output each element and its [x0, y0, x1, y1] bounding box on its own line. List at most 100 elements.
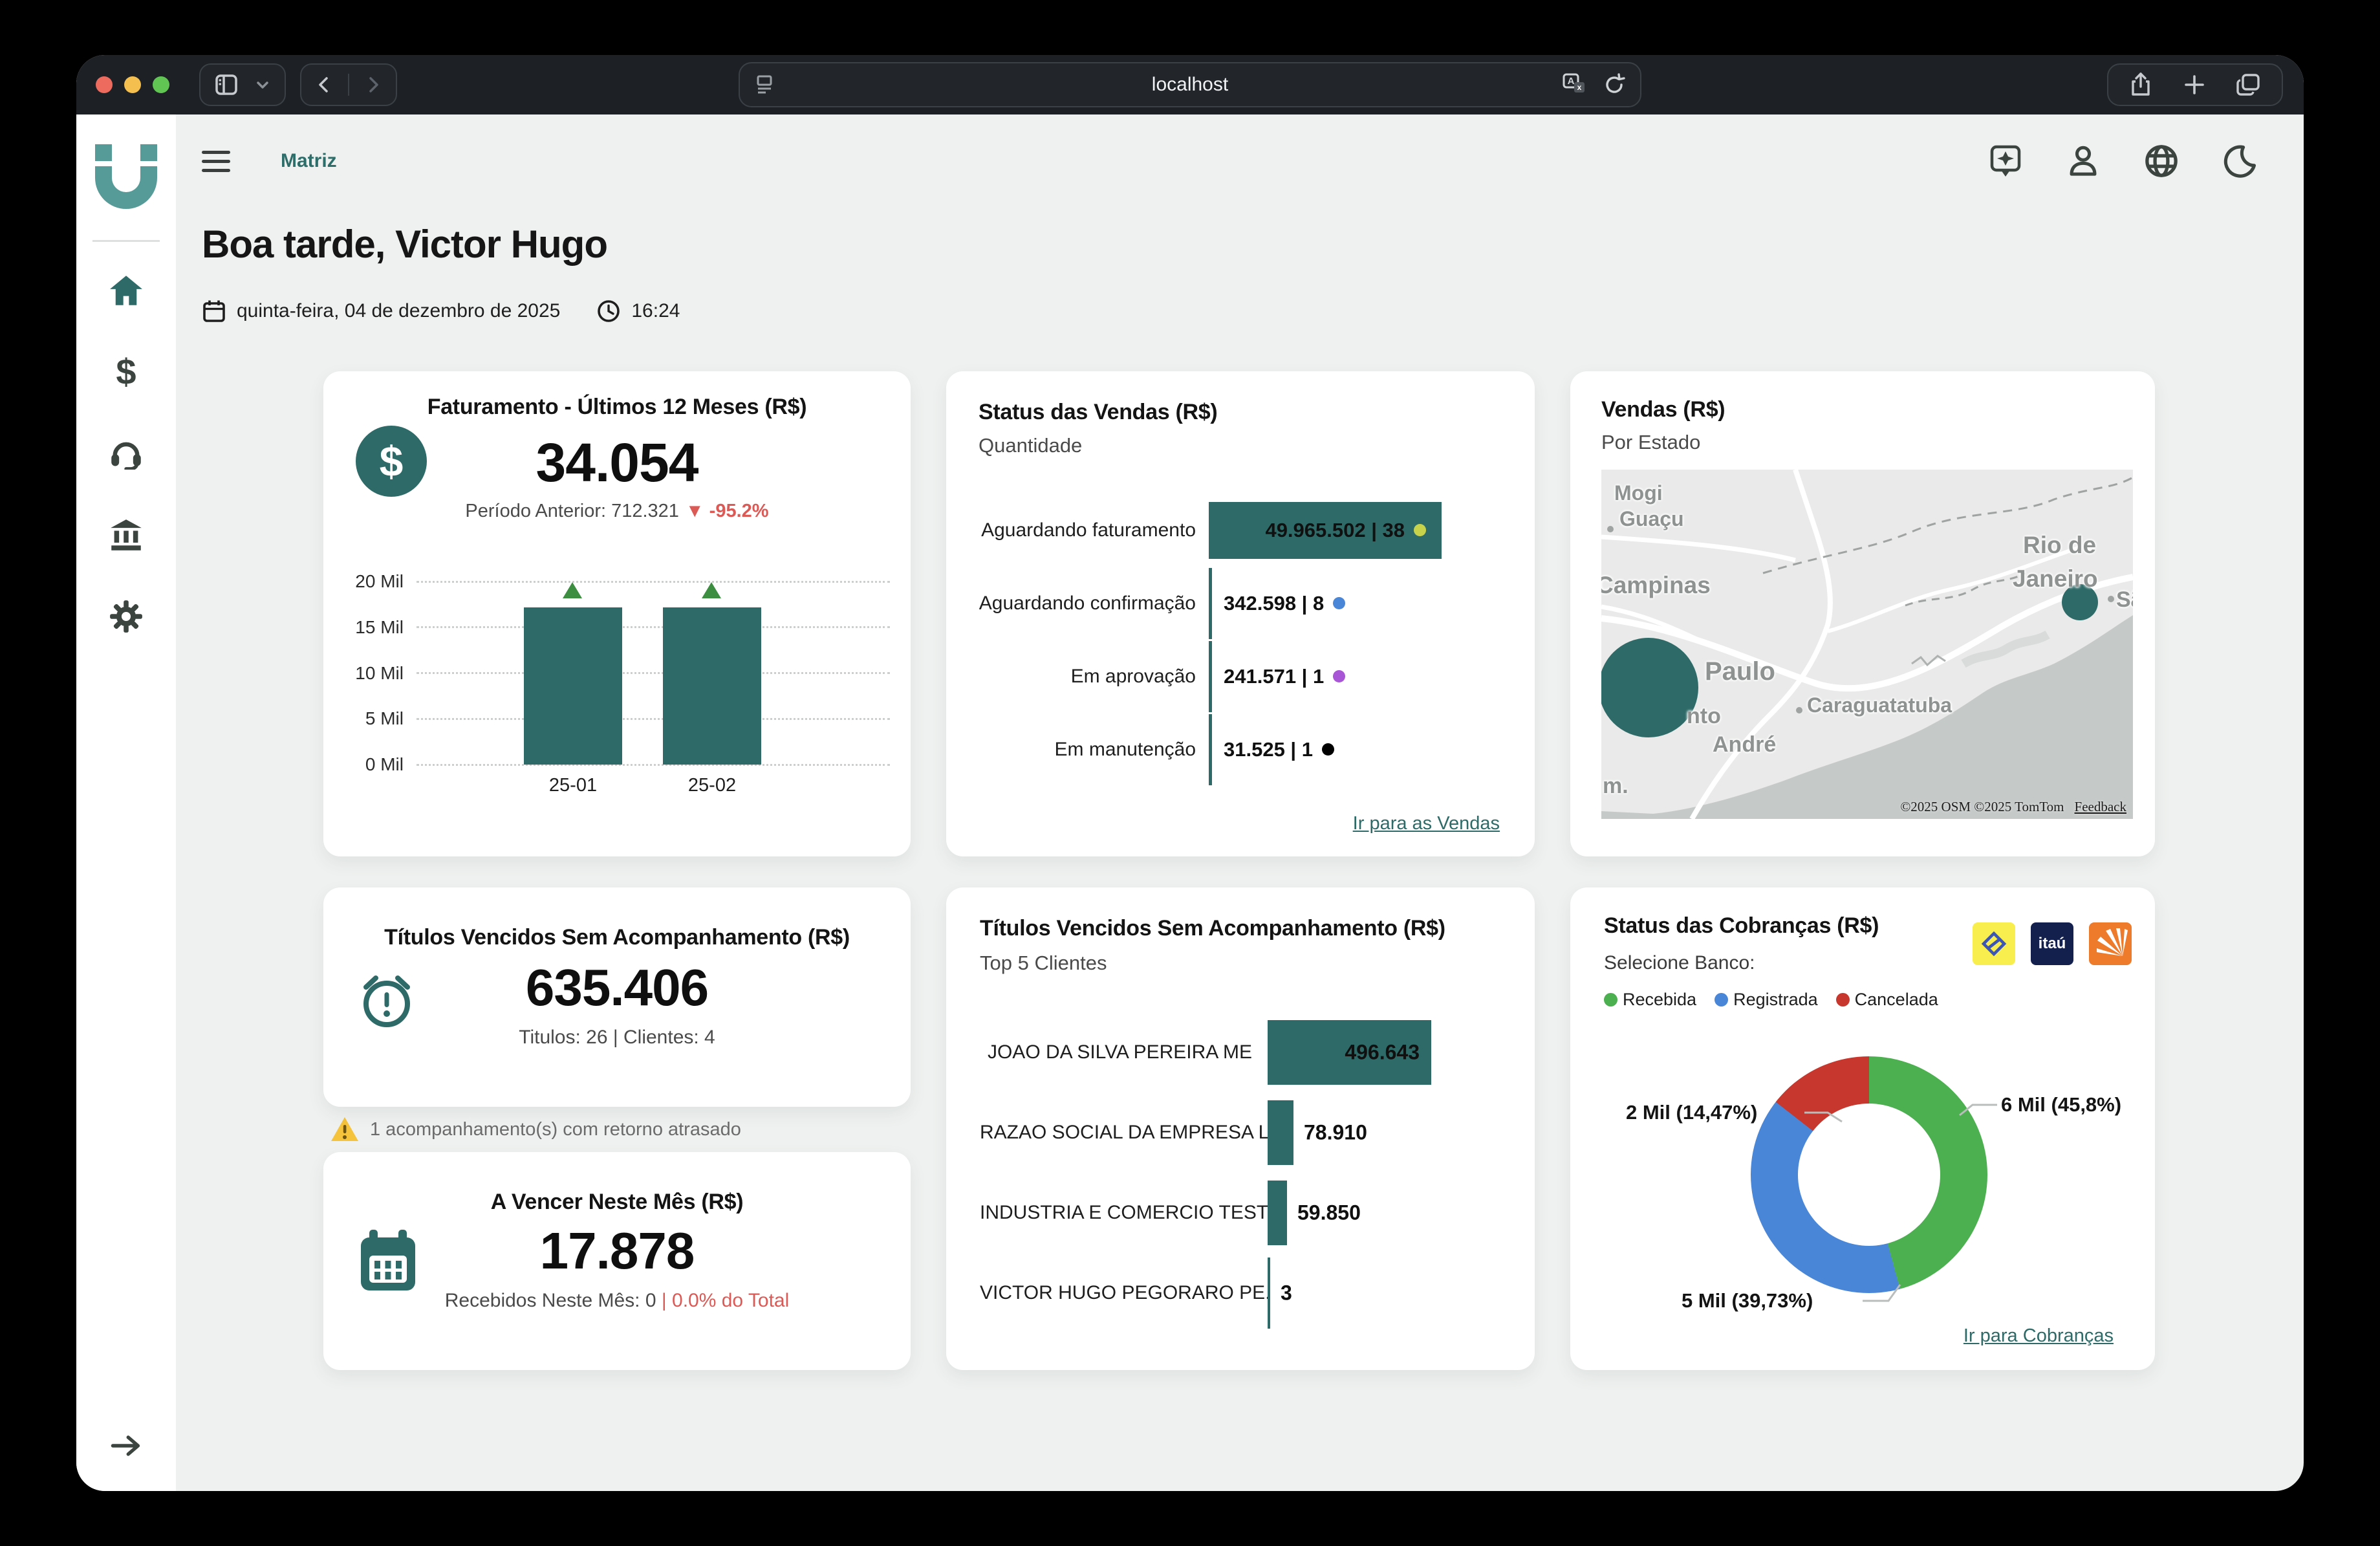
map-place-label: Janeiro: [2013, 565, 2098, 593]
reload-icon[interactable]: [1600, 71, 1628, 99]
legend-dot: [1836, 993, 1850, 1007]
y-tick: 20 Mil: [339, 571, 416, 592]
forward-icon[interactable]: [363, 74, 383, 96]
funnel-bar[interactable]: [1209, 641, 1212, 712]
client-value: 496.643: [1268, 1041, 1420, 1065]
bar-25-01[interactable]: [524, 607, 622, 765]
cobrancas-donut-chart[interactable]: [1751, 1056, 1987, 1293]
zoom-button[interactable]: [153, 76, 169, 93]
sidebar-item-bank[interactable]: [106, 515, 146, 555]
funnel-value: 31.525 | 1: [1224, 738, 1334, 761]
client-bar[interactable]: [1268, 1100, 1293, 1165]
card-title: Vendas (R$): [1601, 397, 1725, 422]
sidebar-item-support[interactable]: [106, 433, 146, 474]
reader-view-icon[interactable]: [753, 72, 776, 96]
account-icon[interactable]: [2066, 143, 2101, 179]
client-bar-row: VICTOR HUGO PEGORARO PE... 3: [980, 1253, 1501, 1333]
bar-25-02[interactable]: [663, 607, 761, 765]
card-title: Títulos Vencidos Sem Acompanhamento (R$): [980, 916, 1501, 941]
address-bar[interactable]: localhost Ax: [739, 62, 1641, 107]
funnel-row: Aguardando confirmação 342.598 | 8: [979, 567, 1502, 640]
funnel-bar[interactable]: [1209, 714, 1212, 785]
sales-map[interactable]: MogiGuaçuCampinasRio deJaneiroPaulontoAn…: [1601, 470, 2133, 819]
y-tick: 5 Mil: [339, 708, 416, 729]
headset-icon: [109, 437, 143, 470]
window-controls: [96, 76, 169, 93]
sidebar-expand-button[interactable]: [109, 1432, 143, 1460]
history-nav-group: [300, 63, 397, 106]
clock-icon: [596, 299, 621, 323]
minimize-button[interactable]: [124, 76, 141, 93]
map-place-label: m.: [1603, 774, 1628, 799]
sidebar-toggle-group: [199, 63, 286, 106]
menu-button[interactable]: [202, 145, 230, 178]
trend-up-icon: [702, 582, 721, 598]
close-button[interactable]: [96, 76, 113, 93]
chevron-down-icon[interactable]: [254, 76, 272, 94]
back-icon[interactable]: [314, 74, 334, 96]
breadcrumb[interactable]: Matriz: [281, 150, 337, 172]
sidebar-toggle-icon[interactable]: [213, 72, 239, 98]
sales-funnel-chart: Aguardando faturamento 49.965.502 | 38 A…: [979, 494, 1502, 786]
funnel-category: Em aprovação: [979, 666, 1209, 688]
card-subtitle: Top 5 Clientes: [980, 952, 1501, 975]
announcements-icon[interactable]: [1988, 143, 2023, 179]
app-logo: [94, 144, 158, 209]
client-name: VICTOR HUGO PEGORARO PE...: [980, 1282, 1268, 1304]
sidebar-divider: [92, 240, 160, 242]
funnel-bar[interactable]: [1209, 568, 1212, 639]
go-to-sales-link[interactable]: Ir para as Vendas: [1353, 813, 1500, 834]
translate-icon[interactable]: Ax: [1560, 71, 1588, 99]
slice-label-cancelada: 2 Mil (14,47%): [1626, 1101, 1757, 1124]
banco-do-brasil-icon: [1978, 928, 2009, 959]
banco-do-brasil-button[interactable]: [1973, 922, 2015, 965]
overdue-warning: 1 acompanhamento(s) com retorno atrasado: [330, 1113, 911, 1146]
svg-text:x: x: [1577, 83, 1582, 92]
bank-filter-label: Selecione Banco:: [1604, 952, 1755, 974]
itau-icon: itaú: [2039, 935, 2066, 953]
y-tick: 15 Mil: [339, 617, 416, 638]
legend-item[interactable]: Cancelada: [1836, 990, 1938, 1010]
go-to-cobrancas-link[interactable]: Ir para Cobranças: [1964, 1325, 2114, 1347]
banco-laranja-button[interactable]: [2089, 922, 2132, 965]
sidebar-item-home[interactable]: [106, 270, 146, 310]
kpi-subtext: Recebidos Neste Mês: 0 | 0.0% do Total: [339, 1290, 895, 1312]
sidebar-item-settings[interactable]: [106, 596, 146, 637]
tabs-overview-icon[interactable]: [2235, 72, 2262, 98]
dollar-circle-icon: $: [356, 426, 427, 497]
kpi-subtext-red: | 0.0% do Total: [662, 1290, 789, 1311]
itau-button[interactable]: itaú: [2031, 922, 2073, 965]
map-bubble-sao-paulo: [1601, 638, 1698, 737]
legend-item[interactable]: Recebida: [1604, 990, 1696, 1010]
legend-item[interactable]: Registrada: [1715, 990, 1818, 1010]
dark-mode-icon[interactable]: [2222, 143, 2257, 179]
slice-label-recebida: 6 Mil (45,8%): [2001, 1093, 2121, 1116]
sidebar: $: [76, 114, 176, 1491]
y-tick: 10 Mil: [339, 663, 416, 684]
sidebar-item-finance[interactable]: $: [106, 352, 146, 392]
client-name: RAZAO SOCIAL DA EMPRESA L...: [980, 1122, 1268, 1144]
client-bar[interactable]: [1268, 1181, 1287, 1245]
client-value: 59.850: [1297, 1201, 1361, 1225]
current-time: 16:24: [631, 300, 680, 322]
client-bar[interactable]: [1268, 1257, 1270, 1329]
status-dot: [1333, 670, 1345, 682]
funnel-value: 342.598 | 8: [1224, 592, 1345, 615]
main-content: Matriz Boa tarde, Victor Hug: [176, 114, 2304, 1491]
client-name: JOAO DA SILVA PEREIRA ME: [980, 1041, 1268, 1063]
new-tab-icon[interactable]: [2182, 72, 2207, 97]
funnel-category: Aguardando confirmação: [979, 593, 1209, 615]
card-subtitle: Por Estado: [1601, 431, 1700, 454]
map-feedback-link[interactable]: Feedback: [2075, 799, 2126, 815]
card-title: Faturamento - Últimos 12 Meses (R$): [339, 395, 895, 420]
client-bar-row: INDUSTRIA E COMERCIO TEST... 59.850: [980, 1173, 1501, 1253]
calendar-month-icon: [358, 1228, 418, 1294]
y-tick: 0 Mil: [339, 754, 416, 775]
revenue-bar-chart[interactable]: 20 Mil 15 Mil 10 Mil 5 Mil 0 Mil 25-01 2…: [339, 582, 895, 765]
share-icon[interactable]: [2128, 71, 2154, 98]
alarm-icon: [358, 968, 415, 1032]
card-subtitle: Quantidade: [979, 434, 1502, 457]
dollar-icon: $: [116, 354, 136, 390]
language-icon[interactable]: [2143, 143, 2180, 179]
url-text[interactable]: localhost: [740, 74, 1640, 96]
